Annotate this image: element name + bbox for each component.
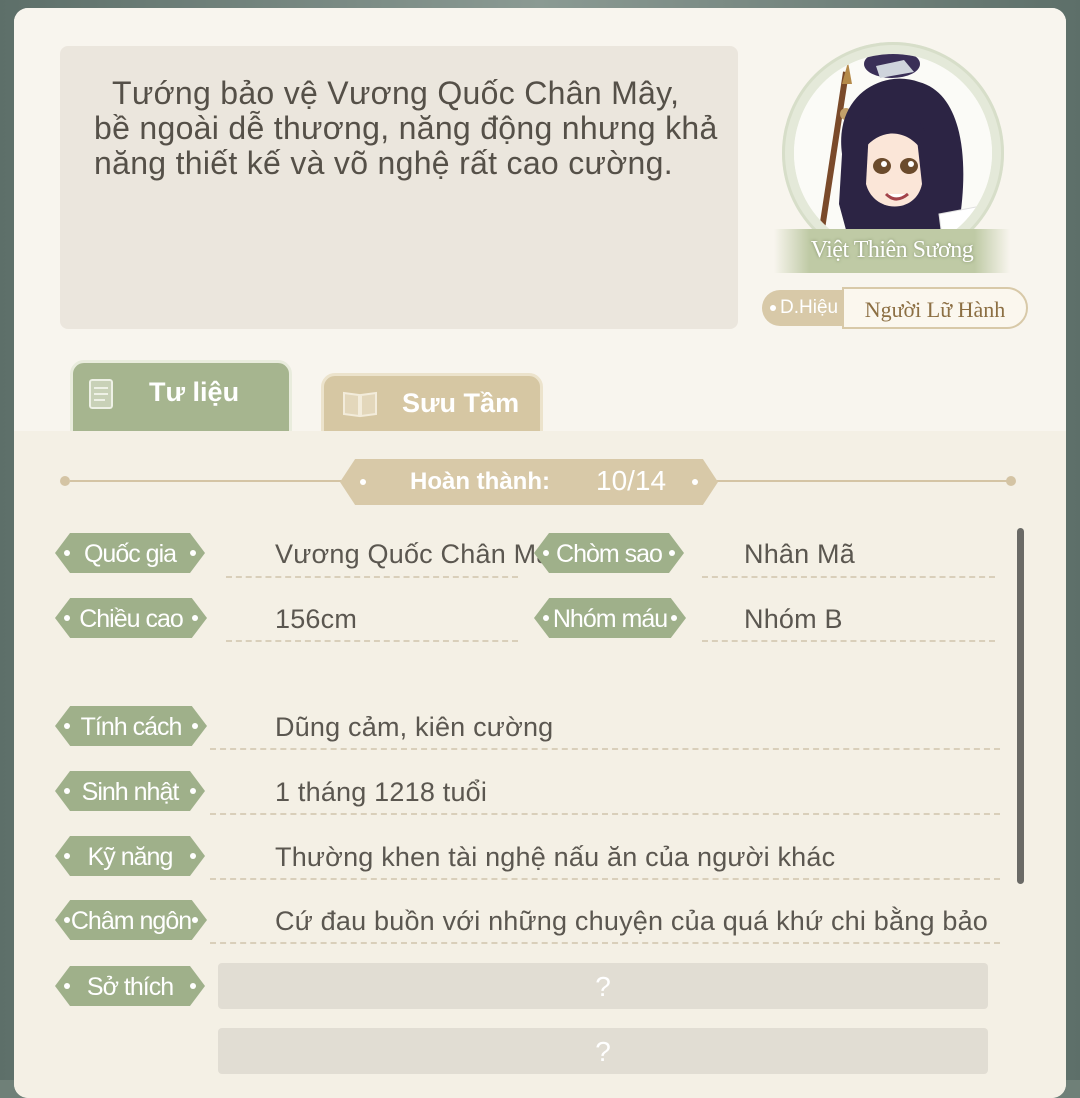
line-end-dot xyxy=(60,476,70,486)
tab-profile[interactable]: Tư liệu xyxy=(70,360,292,434)
value-personality: Dũng cảm, kiên cường xyxy=(275,712,554,742)
question-mark-icon: ? xyxy=(595,1036,611,1067)
character-name-banner: Việt Thiên Sương xyxy=(774,229,1010,273)
label-constellation-text: Chòm sao xyxy=(556,540,663,568)
avatar xyxy=(794,54,992,252)
line-end-dot xyxy=(1006,476,1016,486)
divider xyxy=(210,878,1000,880)
value-birthday: 1 tháng 1218 tuổi xyxy=(275,777,488,807)
label-skill-text: Kỹ năng xyxy=(87,843,174,871)
value-motto: Cứ đau buồn với những chuyện của quá khứ… xyxy=(275,906,989,936)
divider xyxy=(210,748,1000,750)
dot-icon xyxy=(770,305,776,311)
divider xyxy=(702,576,995,578)
label-country-text: Quốc gia xyxy=(83,540,177,568)
divider xyxy=(226,576,518,578)
tab-collection[interactable]: Sưu Tầm xyxy=(321,373,543,435)
scrollbar[interactable] xyxy=(1017,528,1024,884)
progress-line-right xyxy=(716,480,1008,482)
completion-badge: Hoàn thành: 10/14 xyxy=(340,459,718,505)
character-portrait-icon xyxy=(794,54,992,252)
dot-icon xyxy=(692,479,698,485)
divider xyxy=(226,640,518,642)
tab-profile-label: Tư liệu xyxy=(149,377,240,407)
value-country: Vương Quốc Chân Mây xyxy=(275,539,566,569)
title-tag: D.Hiệu xyxy=(762,290,842,326)
label-skill: Kỹ năng xyxy=(55,836,205,876)
title-name: Người Lữ Hành xyxy=(864,297,1006,322)
completion-value: 10/14 xyxy=(596,465,667,496)
description-box: Tướng bảo vệ Vương Quốc Chân Mây, bề ngo… xyxy=(60,46,738,329)
title-name-box: Người Lữ Hành xyxy=(842,287,1028,329)
document-icon xyxy=(89,379,113,409)
book-icon xyxy=(343,391,377,418)
character-description: Tướng bảo vệ Vương Quốc Chân Mây, bề ngo… xyxy=(94,75,718,181)
label-personality-text: Tính cách xyxy=(80,713,183,741)
title-tag-label: D.Hiệu xyxy=(780,297,839,318)
label-motto: Châm ngôn xyxy=(55,900,207,940)
label-country: Quốc gia xyxy=(55,533,205,573)
progress-line-left xyxy=(70,480,342,482)
dot-icon xyxy=(360,479,366,485)
label-blood-type-text: Nhóm máu xyxy=(552,605,668,633)
divider xyxy=(210,813,1000,815)
label-personality: Tính cách xyxy=(55,706,207,746)
value-skill: Thường khen tài nghệ nấu ăn của người kh… xyxy=(275,842,836,872)
hobby-locked-entry: ? xyxy=(218,963,988,1009)
label-hobby-text: Sở thích xyxy=(86,973,174,1001)
character-name: Việt Thiên Sương xyxy=(810,237,974,263)
label-height: Chiều cao xyxy=(55,598,207,638)
value-height: 156cm xyxy=(275,604,358,634)
divider xyxy=(702,640,995,642)
label-motto-text: Châm ngôn xyxy=(70,907,192,935)
divider xyxy=(210,942,1000,944)
value-blood-type: Nhóm B xyxy=(744,604,843,634)
label-hobby: Sở thích xyxy=(55,966,205,1006)
value-constellation: Nhân Mã xyxy=(744,539,855,569)
label-birthday: Sinh nhật xyxy=(55,771,205,811)
label-height-text: Chiều cao xyxy=(79,605,184,633)
completion-label: Hoàn thành: xyxy=(410,468,550,495)
tab-collection-label: Sưu Tầm xyxy=(402,388,520,418)
label-blood-type: Nhóm máu xyxy=(534,598,686,638)
hobby-locked-entry: ? xyxy=(218,1028,988,1074)
label-birthday-text: Sinh nhật xyxy=(81,778,180,806)
title-badge[interactable]: D.Hiệu Người Lữ Hành xyxy=(762,287,1030,331)
question-mark-icon: ? xyxy=(595,971,611,1002)
label-constellation: Chòm sao xyxy=(534,533,684,573)
